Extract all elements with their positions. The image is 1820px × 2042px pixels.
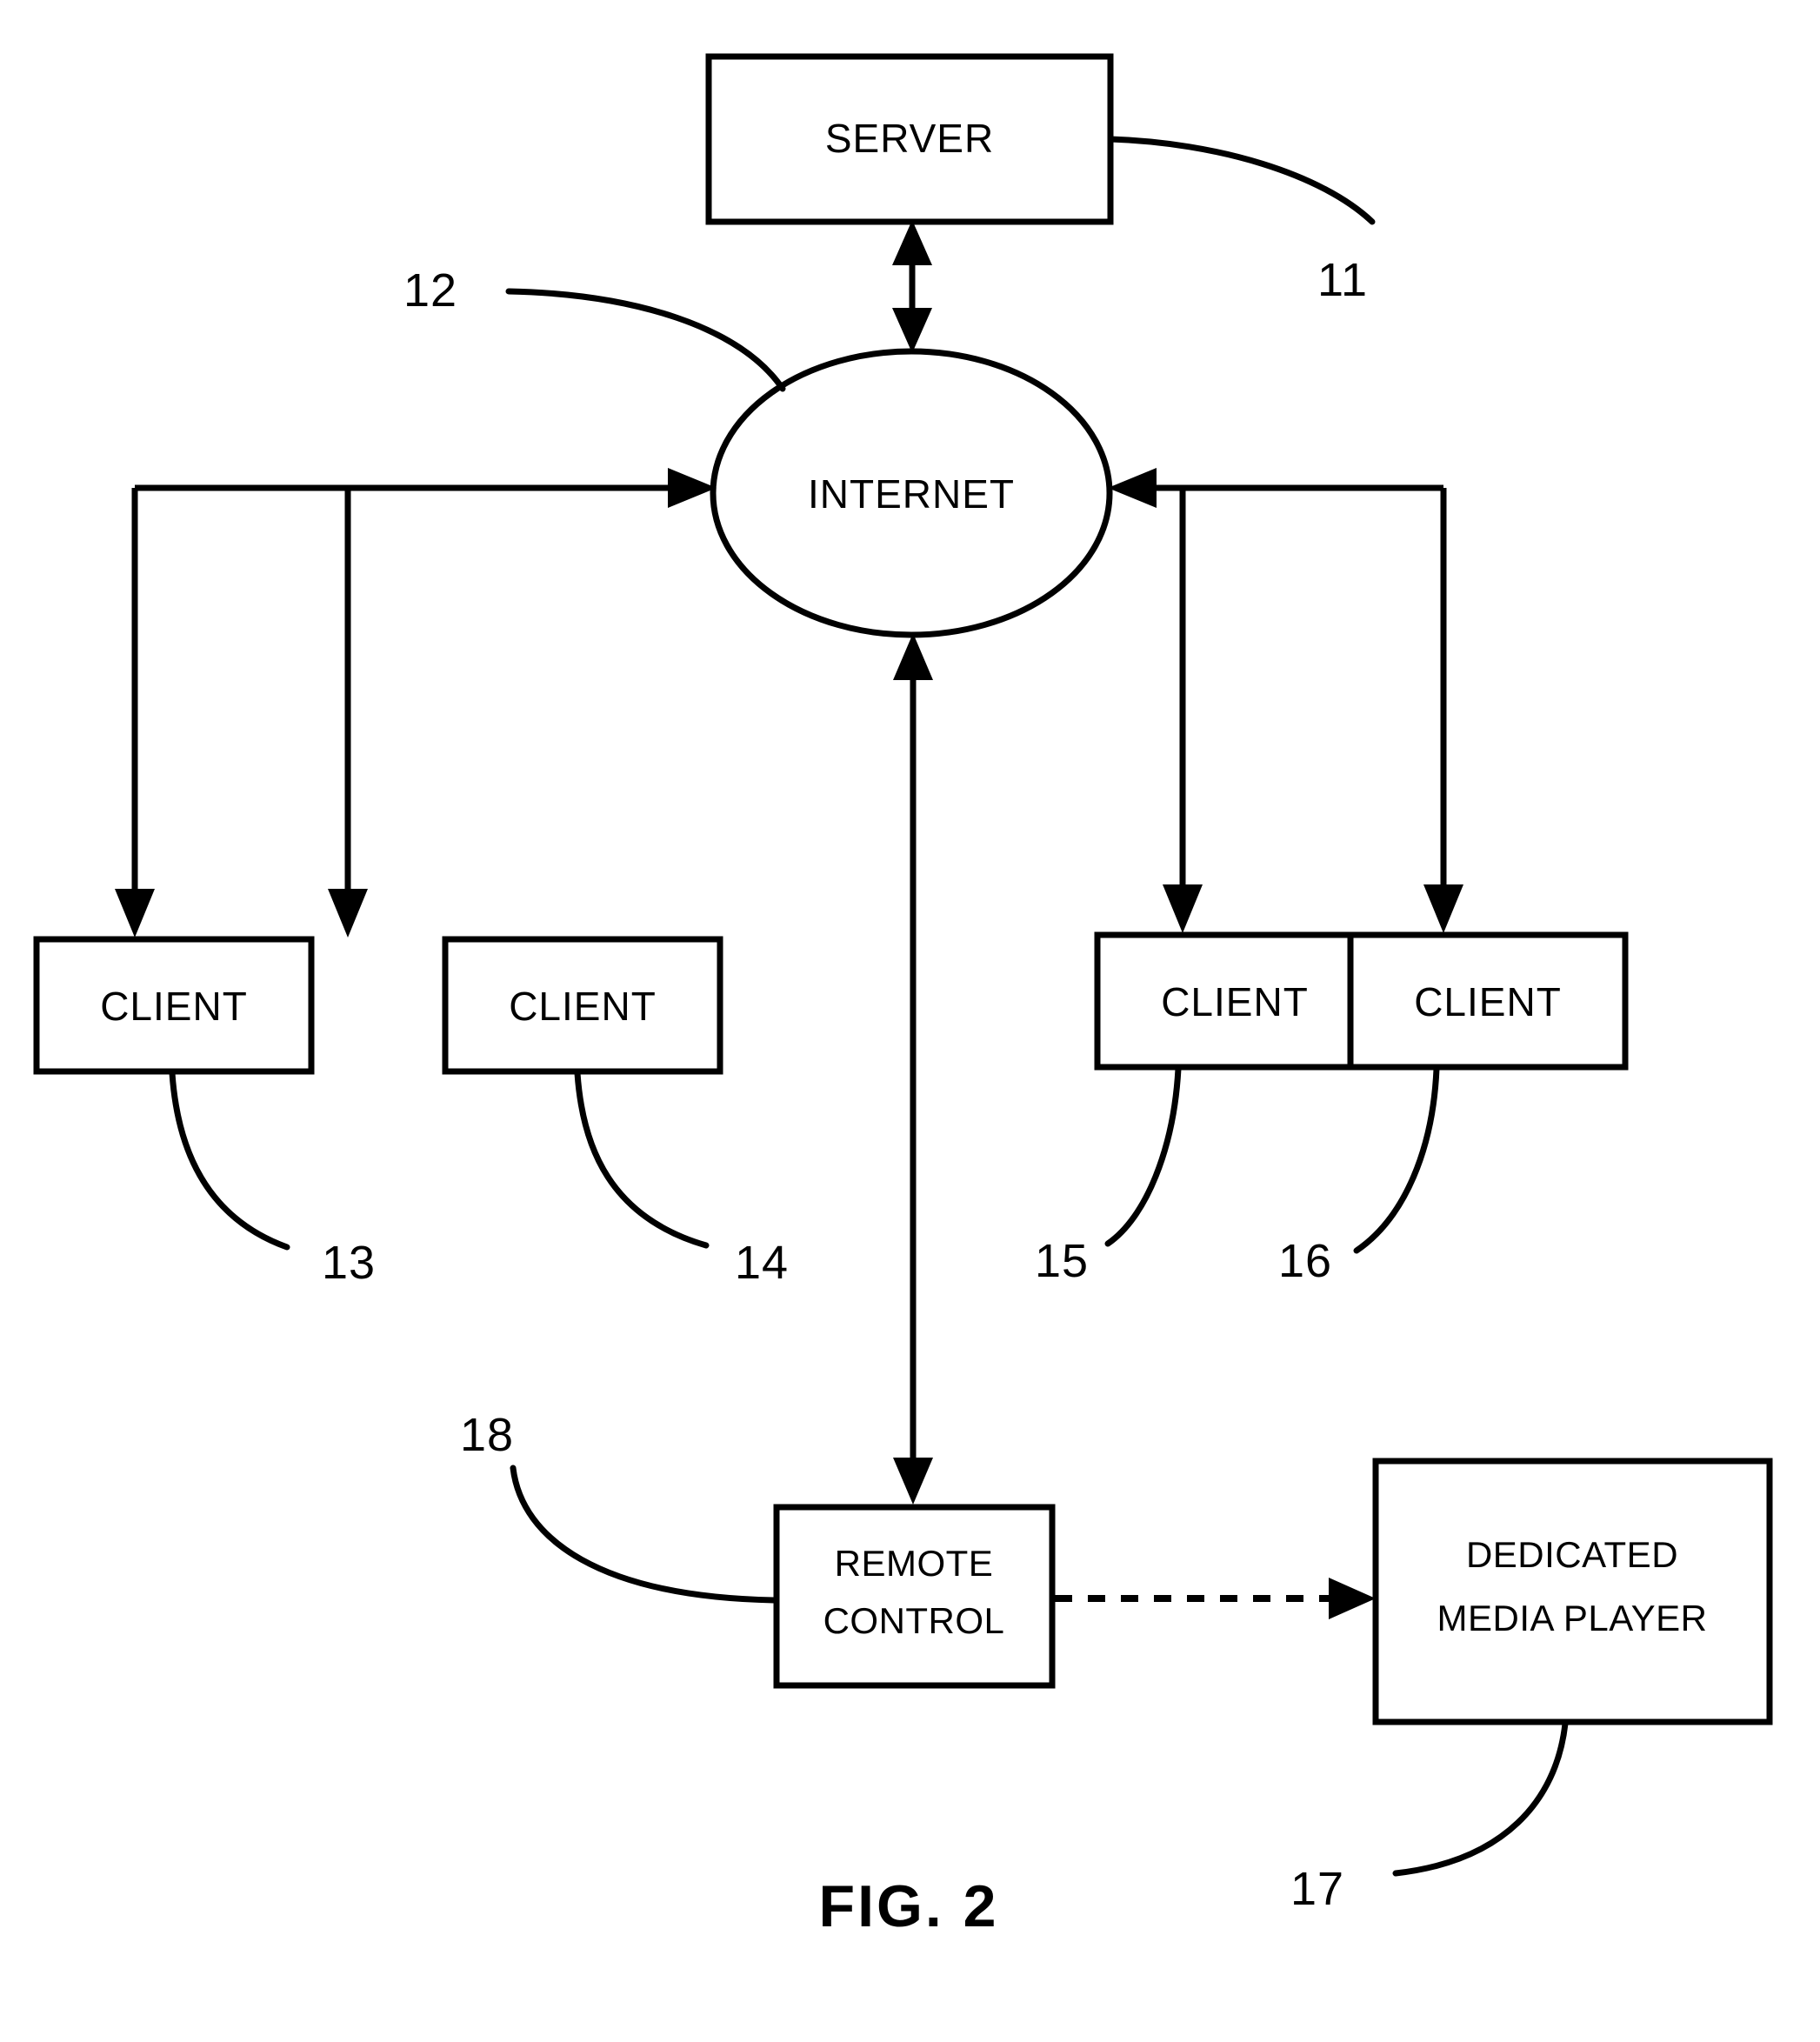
ref-numeral-14: 14 xyxy=(735,1237,789,1289)
arrowhead-to-media-player xyxy=(1329,1578,1376,1619)
arrowhead-left-bus-into-internet xyxy=(668,468,717,508)
arrowhead-up-to-server xyxy=(892,220,932,265)
ref-numeral-17: 17 xyxy=(1290,1863,1344,1915)
leader-line-11 xyxy=(1107,136,1376,225)
ref-numeral-16: 16 xyxy=(1278,1235,1332,1287)
arrowhead-up-to-internet xyxy=(893,633,933,680)
media-player-label-line2: MEDIA PLAYER xyxy=(1437,1598,1708,1638)
ref-numeral-18: 18 xyxy=(460,1409,514,1461)
arrowhead-down-to-remote xyxy=(893,1458,933,1505)
client3-label: CLIENT xyxy=(1161,979,1309,1024)
ref-numeral-11: 11 xyxy=(1317,254,1368,306)
server-label: SERVER xyxy=(825,116,994,161)
figure-canvas: SERVER 11 INTERNET 12 CLIENT 13 CLIENT 1… xyxy=(33,53,1773,1939)
remote-control-label-line1: REMOTE xyxy=(835,1543,994,1584)
client4-label: CLIENT xyxy=(1414,979,1562,1024)
leader-line-18 xyxy=(510,1465,777,1604)
remote-control-box xyxy=(773,1504,1056,1689)
arrowhead-down-to-internet xyxy=(892,308,932,353)
leader-line-13 xyxy=(169,1070,290,1251)
leader-line-12 xyxy=(505,288,786,392)
patent-figure: SERVER 11 INTERNET 12 CLIENT 13 CLIENT 1… xyxy=(0,0,1820,2042)
figure-caption: FIG. 2 xyxy=(819,1873,999,1939)
leader-line-17 xyxy=(1392,1720,1569,1877)
media-player-box xyxy=(1372,1458,1773,1725)
leader-line-15 xyxy=(1104,1065,1182,1247)
arrowhead-down-client3 xyxy=(1163,884,1203,933)
remote-control-label-line2: CONTROL xyxy=(823,1600,1005,1641)
internet-label: INTERNET xyxy=(808,471,1015,517)
ref-numeral-15: 15 xyxy=(1035,1235,1089,1287)
media-player-label-line1: DEDICATED xyxy=(1466,1534,1678,1575)
arrowhead-down-client1 xyxy=(115,889,155,938)
ref-numeral-13: 13 xyxy=(322,1237,376,1289)
leader-line-14 xyxy=(574,1070,710,1249)
arrowhead-right-bus-into-internet xyxy=(1108,468,1157,508)
leader-line-16 xyxy=(1353,1065,1440,1254)
client1-label: CLIENT xyxy=(100,984,248,1029)
arrowhead-down-client2 xyxy=(328,889,368,938)
arrowhead-down-client4 xyxy=(1423,884,1463,933)
client2-label: CLIENT xyxy=(509,984,657,1029)
ref-numeral-12: 12 xyxy=(403,264,457,317)
